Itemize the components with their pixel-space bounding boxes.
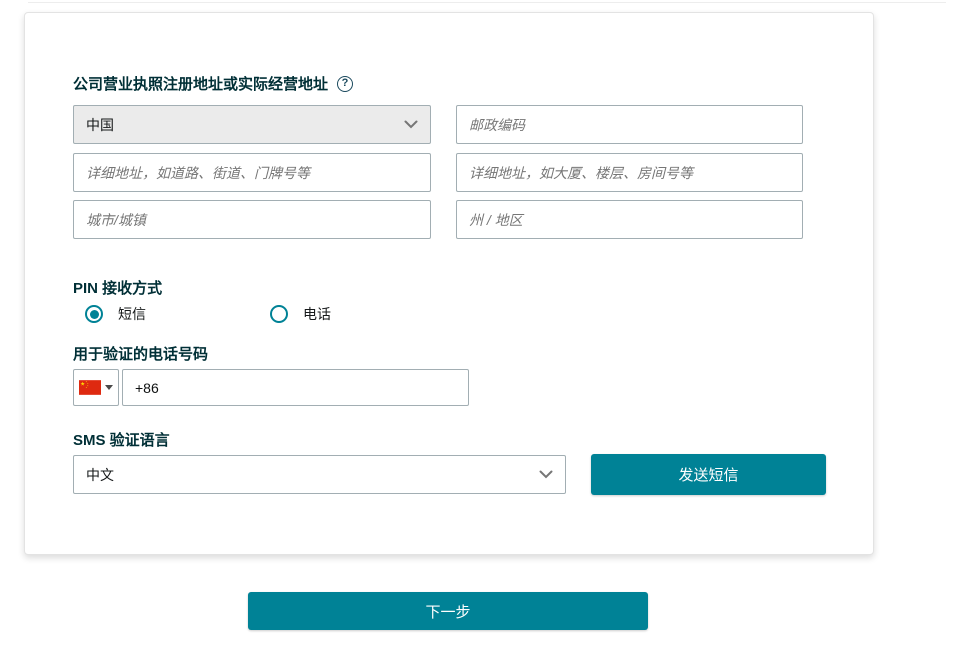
sms-language-label: SMS 验证语言 <box>73 429 170 450</box>
section-title-text: 公司营业执照注册地址或实际经营地址 <box>73 73 328 94</box>
country-select-value: 中国 <box>86 115 114 135</box>
radio-option-sms-label: 短信 <box>118 304 146 324</box>
address-line2-input[interactable] <box>456 153 803 192</box>
china-flag-icon <box>79 380 101 395</box>
pin-method-radio-group: 短信 电话 <box>85 304 331 324</box>
caret-down-icon <box>105 385 113 390</box>
radio-option-phone[interactable]: 电话 <box>270 304 331 324</box>
chevron-down-icon <box>404 120 418 129</box>
radio-selected-icon <box>85 305 103 323</box>
registration-page: 公司营业执照注册地址或实际经营地址 ? 中国 PIN 接收方式 短信 电 <box>0 0 962 646</box>
sms-language-select-value: 中文 <box>86 465 114 485</box>
next-step-button[interactable]: 下一步 <box>248 592 648 630</box>
pin-method-label: PIN 接收方式 <box>73 277 162 298</box>
send-sms-button[interactable]: 发送短信 <box>591 454 826 495</box>
city-input[interactable] <box>73 200 431 239</box>
state-region-input[interactable] <box>456 200 803 239</box>
top-divider <box>28 2 946 3</box>
address-verification-card: 公司营业执照注册地址或实际经营地址 ? 中国 PIN 接收方式 短信 电 <box>24 12 874 555</box>
radio-option-sms[interactable]: 短信 <box>85 304 146 324</box>
sms-language-select[interactable]: 中文 <box>73 455 566 494</box>
phone-number-label: 用于验证的电话号码 <box>73 343 208 364</box>
chevron-down-icon <box>539 470 553 479</box>
radio-option-phone-label: 电话 <box>303 304 331 324</box>
address-line1-input[interactable] <box>73 153 431 192</box>
section-title: 公司营业执照注册地址或实际经营地址 ? <box>73 73 353 94</box>
country-select[interactable]: 中国 <box>73 105 431 144</box>
phone-number-input[interactable] <box>122 369 469 406</box>
phone-number-row <box>73 369 469 406</box>
postal-code-input[interactable] <box>456 105 803 144</box>
radio-unselected-icon <box>270 305 288 323</box>
country-code-selector[interactable] <box>73 369 119 406</box>
help-icon[interactable]: ? <box>337 76 353 92</box>
